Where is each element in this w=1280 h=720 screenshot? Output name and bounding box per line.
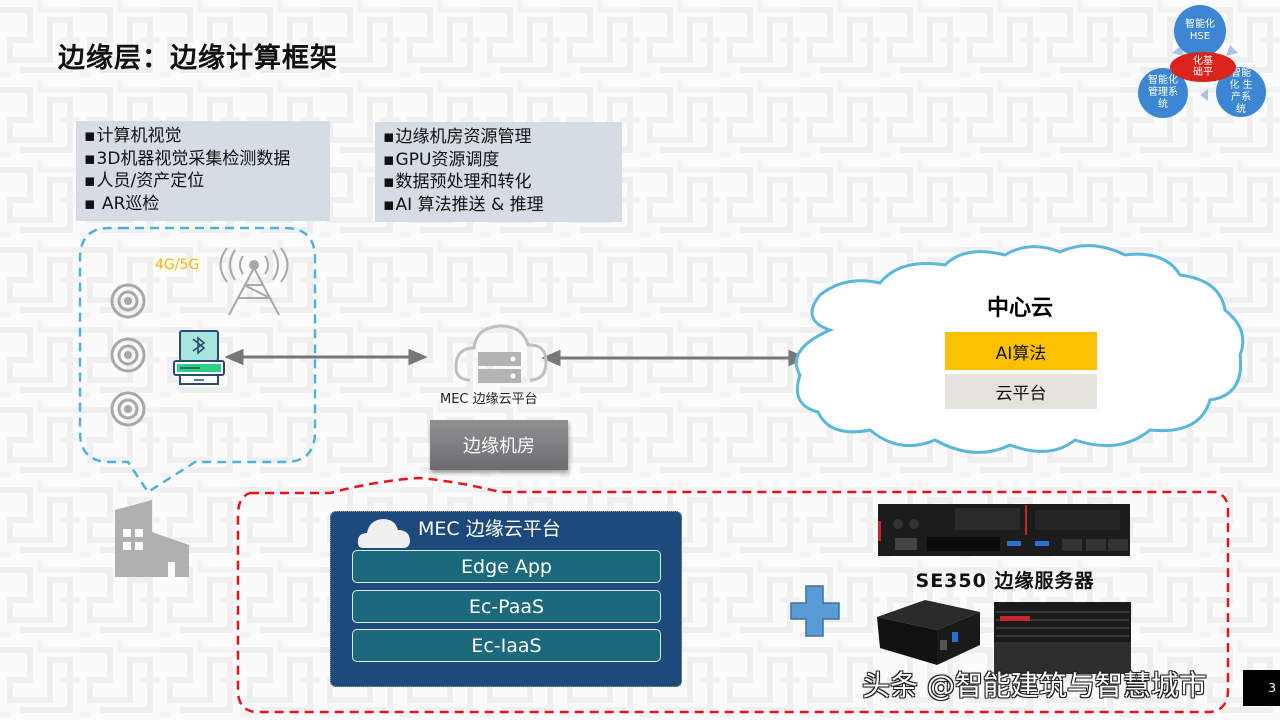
bluetooth-gateway-icon	[173, 330, 225, 385]
link-arrow-mec-cloud	[541, 349, 808, 367]
capability-item: 数据预处理和转化	[383, 171, 614, 194]
cell-tower-icon	[219, 247, 289, 316]
logo-text: 统	[1236, 104, 1246, 115]
layer-ec-iaas: Ec-IaaS	[352, 629, 661, 662]
cloud-icon	[357, 519, 410, 548]
logo-text: 化基	[1193, 56, 1213, 67]
logo-text: 智能化	[1148, 75, 1178, 86]
mec-node-label: MEC 边缘云平台	[440, 392, 538, 407]
edge-box-device-image	[877, 600, 980, 665]
capability-item: AR巡检	[84, 193, 322, 216]
cloud-platform-box: 云平台	[945, 374, 1097, 409]
logo-text: 化 生	[1229, 80, 1253, 91]
capability-item: GPU资源调度	[383, 149, 614, 172]
mec-cloud-server-icon	[454, 324, 548, 383]
network-label: 4G/5G	[155, 257, 200, 273]
sensor-icon	[110, 283, 146, 319]
page-number: 3	[1243, 670, 1280, 706]
ai-algorithm-box: AI算法	[945, 332, 1097, 370]
logo-text: 智能化	[1185, 19, 1215, 30]
layer-ec-paas: Ec-PaaS	[352, 590, 661, 623]
logo-center-platform: 化基 础平	[1170, 52, 1236, 82]
capability-item: AI 算法推送 & 推理	[383, 194, 614, 217]
logo-text: 础平	[1193, 67, 1213, 78]
device-capabilities-box: 计算机视觉 3D机器视觉采集检测数据 人员/资产定位 AR巡检	[76, 121, 330, 221]
page-title: 边缘层：边缘计算框架	[58, 43, 338, 74]
sensor-icon	[110, 391, 146, 427]
edge-room-capabilities-box: 边缘机房资源管理 GPU资源调度 数据预处理和转化 AI 算法推送 & 推理	[375, 122, 622, 222]
capability-item: 计算机视觉	[84, 125, 322, 148]
factory-building-icon	[115, 500, 189, 577]
sensor-icon	[110, 337, 146, 373]
plus-icon	[790, 585, 840, 637]
se350-server-image	[878, 504, 1130, 556]
capability-item: 边缘机房资源管理	[383, 126, 614, 149]
link-arrow-device-mec	[224, 348, 428, 366]
logo-text: 产系	[1231, 92, 1251, 103]
watermark: 头条 @智能建筑与智慧城市	[862, 669, 1207, 702]
edge-room-button[interactable]: 边缘机房	[430, 420, 568, 470]
capability-item: 3D机器视觉采集检测数据	[84, 148, 322, 171]
layer-edge-app: Edge App	[352, 550, 661, 583]
center-cloud-title: 中心云	[986, 296, 1053, 321]
logo-text: 管理系	[1148, 87, 1178, 98]
mec-platform-title: MEC 边缘云平台	[418, 518, 561, 540]
capability-item: 人员/资产定位	[84, 170, 322, 193]
logo-text: 统	[1158, 99, 1168, 110]
logo-text: HSE	[1189, 31, 1211, 42]
edge-server-label: SE350 边缘服务器	[915, 570, 1095, 592]
logo-circle-hse: 智能化 HSE	[1174, 5, 1226, 57]
